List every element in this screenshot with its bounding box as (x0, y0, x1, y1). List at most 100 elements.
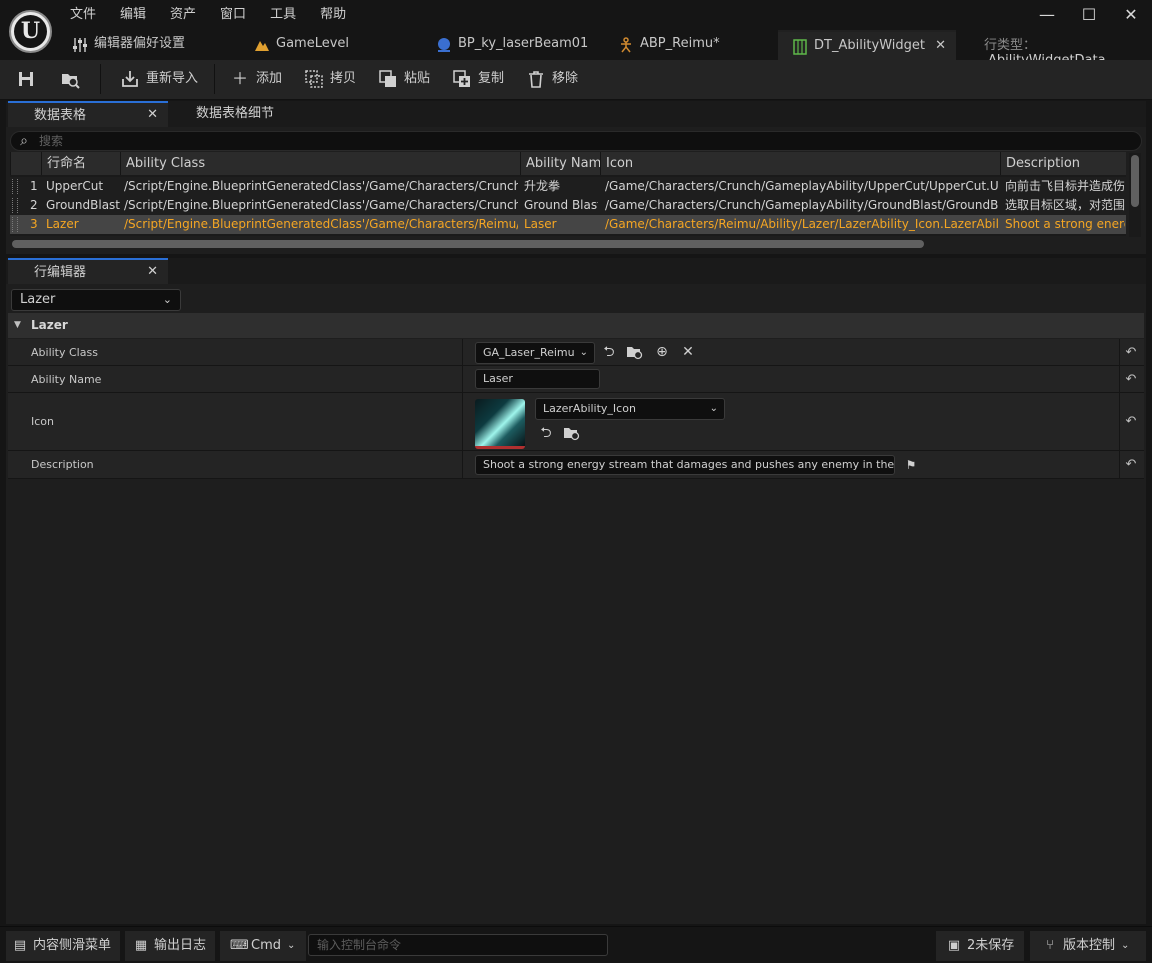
category-label: Lazer (31, 318, 68, 332)
ability-class-value: GA_Laser_Reimu (483, 346, 575, 359)
row-ability-name: 升龙拳 (524, 179, 561, 193)
menu-tools[interactable]: 工具 (258, 4, 308, 26)
window-controls: — ☐ ✕ (1026, 0, 1152, 30)
minimize-button[interactable]: — (1026, 0, 1068, 30)
drag-handle-icon[interactable] (12, 217, 18, 232)
copy-button[interactable]: 拷贝 (304, 60, 356, 98)
level-icon (255, 41, 269, 51)
reimport-button[interactable]: 重新导入 (120, 60, 198, 98)
reset-to-default-icon[interactable]: ↶ (1124, 457, 1138, 472)
use-selected-icon[interactable]: ⮌ (600, 343, 618, 361)
tab-label: 行编辑器 (34, 265, 87, 280)
tab-label: 编辑器偏好设置 (94, 36, 186, 51)
browse-folder-icon (62, 74, 80, 89)
texture-thumbnail[interactable] (475, 399, 525, 449)
browse-button[interactable] (60, 60, 86, 98)
drag-handle-icon[interactable] (12, 198, 18, 213)
add-row-button[interactable]: ＋ 添加 (230, 60, 282, 98)
editor-window: U 文件 编辑 资产 窗口 工具 帮助 — ☐ ✕ 编辑器偏好设置 GameLe… (0, 0, 1152, 963)
header-ability-name[interactable]: Ability Name (520, 152, 600, 175)
search-box[interactable]: ⌕ 搜索 (10, 131, 1142, 151)
icon-asset-picker[interactable]: LazerAbility_Icon ⌄ (535, 398, 725, 420)
menu-window[interactable]: 窗口 (208, 4, 258, 26)
duplicate-button[interactable]: 复制 (452, 60, 504, 98)
content-drawer-icon: ▤ (13, 938, 27, 953)
close-tab-icon[interactable]: ✕ (935, 32, 946, 60)
category-header[interactable]: ▼ Lazer (8, 313, 1144, 338)
toolbar-separator (100, 64, 101, 94)
datatable-icon (793, 39, 807, 55)
description-input[interactable]: Shoot a strong energy stream that damage… (475, 455, 895, 475)
row-selector-dropdown[interactable]: Lazer ⌄ (11, 289, 181, 311)
scroll-thumb[interactable] (1131, 155, 1139, 207)
menu-asset[interactable]: 资产 (158, 4, 208, 26)
cmd-dropdown[interactable]: ⌨ Cmd ⌄ (220, 931, 306, 961)
column-divider (1119, 393, 1120, 450)
tab-label: 数据表格 (34, 108, 87, 123)
unreal-logo-icon[interactable]: U (9, 10, 52, 53)
copy-icon (305, 70, 323, 88)
document-tabs: 编辑器偏好设置 GameLevel BP_ky_laserBeam01 ABP_… (58, 30, 956, 60)
ability-name-input[interactable]: Laser (475, 369, 600, 389)
menu-help[interactable]: 帮助 (308, 4, 358, 26)
reimport-icon (122, 71, 138, 87)
unsaved-button[interactable]: ▣ 2未保存 (936, 931, 1024, 961)
save-button[interactable] (16, 60, 42, 98)
column-divider (462, 451, 463, 478)
collapse-triangle-icon[interactable]: ▼ (14, 313, 21, 338)
header-description[interactable]: Description (1000, 152, 1126, 175)
header-icon[interactable]: Icon (600, 152, 1000, 175)
paste-button[interactable]: 粘贴 (378, 60, 430, 98)
content-drawer-button[interactable]: ▤ 内容侧滑菜单 (6, 931, 120, 961)
localization-flag-icon[interactable]: ⚑ (902, 456, 920, 474)
table-row-selected[interactable]: 3 Lazer /Script/Engine.BlueprintGenerate… (10, 215, 1126, 234)
row-icon: /Game/Characters/Crunch/GameplayAbility/… (605, 179, 999, 193)
menu-edit[interactable]: 编辑 (108, 4, 158, 26)
close-tab-icon[interactable]: ✕ (147, 102, 158, 128)
row-ability-name: Laser (524, 217, 557, 231)
column-divider (462, 366, 463, 392)
column-divider (1119, 451, 1120, 478)
property-description: Description Shoot a strong energy stream… (8, 451, 1144, 479)
table-row[interactable]: 1 UpperCut /Script/Engine.BlueprintGener… (10, 177, 1126, 196)
source-control-button[interactable]: ⑂ 版本控制 ⌄ (1030, 931, 1146, 961)
add-new-icon[interactable]: ⊕ (653, 343, 671, 361)
scroll-thumb[interactable] (12, 240, 924, 248)
drag-handle-icon[interactable] (12, 179, 18, 194)
unsaved-save-icon: ▣ (947, 938, 961, 953)
tab-editor-preferences[interactable]: 编辑器偏好设置 (58, 30, 240, 60)
close-window-button[interactable]: ✕ (1110, 0, 1152, 30)
data-table-grid: 行命名 Ability Class Ability Name Icon Desc… (10, 152, 1126, 236)
table-vertical-scrollbar[interactable] (1129, 153, 1141, 237)
browse-folder-icon[interactable] (626, 343, 644, 361)
header-ability-class[interactable]: Ability Class (120, 152, 520, 175)
tab-abp-reimu[interactable]: ABP_Reimu* (604, 30, 778, 60)
use-selected-icon[interactable]: ⮌ (537, 424, 555, 442)
browse-folder-icon[interactable] (563, 424, 581, 442)
chevron-down-icon: ⌄ (579, 347, 588, 358)
output-log-button[interactable]: ▦ 输出日志 (125, 931, 215, 961)
tab-gamelevel[interactable]: GameLevel (240, 30, 422, 60)
close-tab-icon[interactable]: ✕ (147, 259, 158, 285)
clear-icon[interactable]: ✕ (679, 343, 697, 361)
remove-button[interactable]: 移除 (526, 60, 578, 98)
maximize-button[interactable]: ☐ (1068, 0, 1110, 30)
reset-to-default-icon[interactable]: ↶ (1124, 345, 1138, 360)
ability-class-picker[interactable]: GA_Laser_Reimu ⌄ (475, 342, 595, 364)
asset-toolbar: 重新导入 ＋ 添加 拷贝 粘贴 复制 移除 (0, 60, 1152, 100)
reset-to-default-icon[interactable]: ↶ (1124, 414, 1138, 429)
header-row-name[interactable]: 行命名 (41, 152, 120, 175)
output-log-icon: ▦ (134, 938, 148, 953)
plus-icon: ＋ (231, 69, 248, 88)
table-row[interactable]: 2 GroundBlast /Script/Engine.BlueprintGe… (10, 196, 1126, 215)
tab-dt-abilitywidget[interactable]: DT_AbilityWidget ✕ (778, 30, 956, 60)
table-horizontal-scrollbar[interactable] (10, 238, 1126, 250)
tab-row-editor[interactable]: 行编辑器 ✕ (8, 258, 168, 284)
reset-to-default-icon[interactable]: ↶ (1124, 372, 1138, 387)
menu-file[interactable]: 文件 (58, 4, 108, 26)
tab-datatable-details[interactable]: 数据表格细节 (196, 101, 336, 127)
console-command-input[interactable]: 输入控制台命令 (308, 934, 608, 956)
tab-bp-laserbeam[interactable]: BP_ky_laserBeam01 (422, 30, 604, 60)
tab-datatable[interactable]: 数据表格 ✕ (8, 101, 168, 127)
row-type-label: 行类型： (984, 38, 1037, 53)
